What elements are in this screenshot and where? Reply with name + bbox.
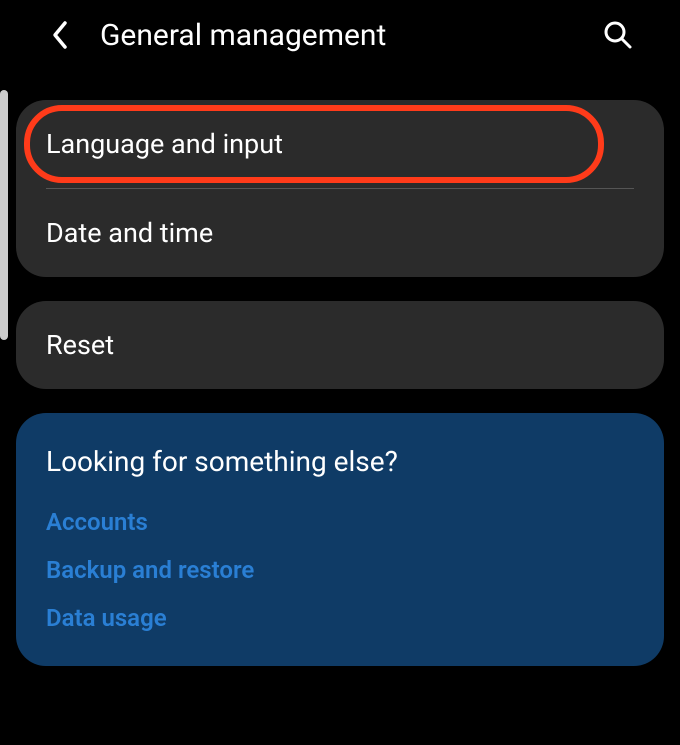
page-title: General management <box>100 18 596 53</box>
row-label: Language and input <box>46 128 283 160</box>
settings-group-1: Language and input Date and time <box>16 100 664 277</box>
suggestion-link-accounts[interactable]: Accounts <box>46 508 634 536</box>
settings-group-2: Reset <box>16 301 664 389</box>
back-button[interactable] <box>40 15 80 55</box>
suggestion-link-backup-restore[interactable]: Backup and restore <box>46 556 634 584</box>
row-label: Reset <box>46 329 114 361</box>
suggestions-card: Looking for something else? Accounts Bac… <box>16 413 664 666</box>
language-and-input-row[interactable]: Language and input <box>16 100 664 188</box>
scroll-indicator[interactable] <box>0 90 8 340</box>
suggestion-link-data-usage[interactable]: Data usage <box>46 604 634 632</box>
suggestions-title: Looking for something else? <box>46 445 634 478</box>
search-button[interactable] <box>596 13 640 57</box>
row-label: Date and time <box>46 217 213 249</box>
reset-row[interactable]: Reset <box>16 301 664 389</box>
date-and-time-row[interactable]: Date and time <box>16 189 664 277</box>
chevron-left-icon <box>50 20 70 50</box>
header: General management <box>0 0 680 70</box>
search-icon <box>602 19 634 51</box>
content: Language and input Date and time Reset L… <box>0 70 680 666</box>
